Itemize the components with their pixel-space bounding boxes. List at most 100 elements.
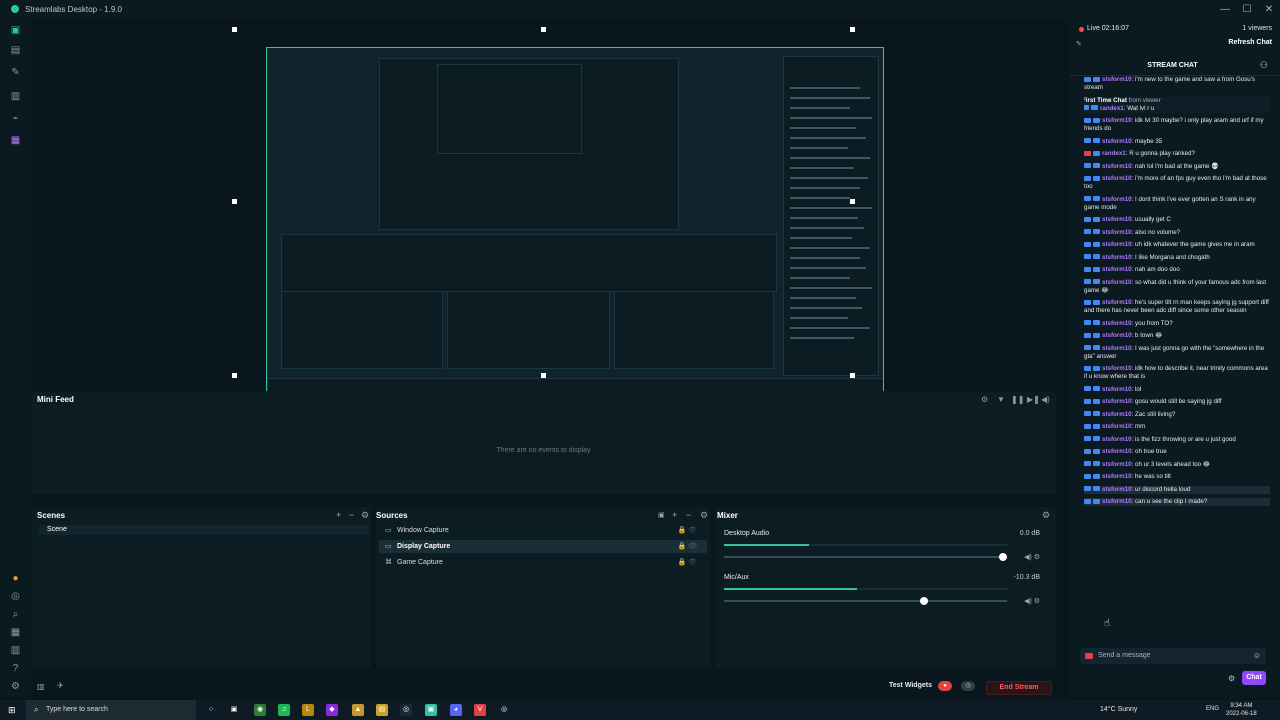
chat-message[interactable]: stsform10: is the fizz throwing or are u… — [1084, 436, 1270, 444]
chat-message[interactable]: stsform10: I dont think I've ever gotten… — [1084, 196, 1270, 212]
task-view-icon[interactable]: ▣ — [228, 704, 240, 716]
chat-username[interactable]: stsform10 — [1102, 229, 1132, 236]
layout-icon[interactable]: ▤ — [10, 46, 21, 56]
volume-knob[interactable] — [999, 553, 1007, 561]
chat-message[interactable]: stsform10: mm — [1084, 423, 1270, 431]
scene-settings-icon[interactable]: ⚙ — [361, 510, 369, 521]
chat-username[interactable]: stsform10 — [1102, 461, 1132, 468]
lock-visibility-icons[interactable]: 🔒 👁 — [677, 556, 697, 569]
chat-username[interactable]: stsform10 — [1102, 423, 1132, 430]
refresh-chat-button[interactable]: Refresh Chat — [1228, 39, 1272, 46]
chat-username[interactable]: randex1 — [1102, 150, 1126, 157]
chat-message[interactable]: stsform10: uh idk whatever the game give… — [1084, 241, 1270, 249]
close-button[interactable]: ✕ — [1258, 4, 1280, 15]
resize-handle[interactable] — [850, 199, 855, 204]
volume-slider[interactable] — [724, 553, 1007, 561]
chat-message[interactable]: stsform10: idk lvl 30 maybe? i only play… — [1084, 117, 1270, 133]
chat-username[interactable]: stsform10 — [1102, 216, 1132, 223]
chat-username[interactable]: stsform10 — [1102, 365, 1132, 372]
chrome-icon[interactable]: ◉ — [254, 704, 266, 716]
editor-icon[interactable]: ▣ — [10, 26, 21, 36]
source-item[interactable]: ▭ Display Capture 🔒 👁 — [379, 540, 707, 553]
chat-message[interactable]: stsform10: can u see the clip I made? — [1084, 498, 1270, 506]
app-icon[interactable]: ◆ — [326, 704, 338, 716]
resize-handle[interactable] — [232, 199, 237, 204]
app2-icon[interactable]: ▲ — [352, 704, 364, 716]
volume-icon[interactable]: ◀) — [1041, 395, 1050, 404]
mute-settings-icons[interactable]: ◀) ⚙ — [1024, 553, 1040, 561]
chat-message[interactable]: stsform10: also no volume? — [1084, 229, 1270, 237]
chat-username[interactable]: stsform10 — [1102, 498, 1132, 505]
remove-scene-button[interactable]: − — [349, 510, 354, 520]
volume-slider[interactable] — [724, 597, 1007, 605]
chat-send-button[interactable]: Chat — [1242, 671, 1266, 685]
maximize-button[interactable]: ☐ — [1236, 4, 1258, 15]
app3-icon[interactable]: ◎ — [498, 704, 510, 716]
chat-username[interactable]: randex1 — [1100, 105, 1124, 112]
weather-widget[interactable]: 14°C Sunny — [1100, 706, 1137, 713]
volume-knob[interactable] — [919, 597, 928, 605]
help-icon[interactable]: ? — [10, 664, 21, 674]
steam-icon[interactable]: ◎ — [400, 704, 412, 716]
chat-message[interactable]: stsform10: lol — [1084, 386, 1270, 394]
chat-message[interactable]: stsform10: usually get C — [1084, 216, 1270, 224]
minimize-button[interactable]: — — [1214, 4, 1236, 15]
chat-username[interactable]: stsform10 — [1102, 299, 1132, 306]
chat-username[interactable]: stsform10 — [1102, 254, 1132, 261]
cortana-icon[interactable]: ○ — [205, 704, 217, 716]
gear-icon[interactable]: ⚙ — [10, 682, 21, 692]
discord-icon[interactable]: ◕ — [450, 704, 462, 716]
chat-message[interactable]: stsform10: ur discord hella loud — [1084, 485, 1270, 494]
chat-username[interactable]: stsform10 — [1102, 332, 1132, 339]
end-stream-button[interactable]: End Stream — [986, 681, 1052, 695]
stream-preview[interactable] — [31, 18, 1061, 394]
chat-message[interactable]: First Time Chat from viewer randex1: Wat … — [1084, 96, 1270, 113]
layout-nav-icon[interactable]: ▦ — [10, 628, 21, 638]
highlighter-icon[interactable]: ● — [10, 574, 21, 584]
chat-message[interactable]: randex1: R u gonna play ranked? — [1084, 150, 1270, 158]
bars-icon[interactable]: ▥ — [10, 646, 21, 656]
chat-username[interactable]: stsform10 — [1102, 138, 1132, 145]
file-explorer-icon[interactable]: ▤ — [376, 704, 388, 716]
resize-handle[interactable] — [541, 27, 546, 32]
chat-settings-icon[interactable]: ⚙ — [1228, 674, 1235, 683]
chat-username[interactable]: stsform10 — [1102, 386, 1132, 393]
chat-username[interactable]: stsform10 — [1102, 345, 1132, 352]
source-settings-icon[interactable]: ⚙ — [700, 510, 708, 521]
skip-icon[interactable]: ▶❚ — [1027, 395, 1040, 404]
source-item[interactable]: ▭ Window Capture 🔒 👁 — [379, 524, 707, 537]
remove-source-button[interactable]: − — [686, 510, 691, 520]
chat-message[interactable]: stsform10: oh true true — [1084, 448, 1270, 456]
chat-message[interactable]: stsform10: maybe 35 — [1084, 138, 1270, 146]
chat-username[interactable]: stsform10 — [1102, 436, 1132, 443]
preview-canvas[interactable] — [266, 47, 884, 394]
lock-visibility-icons[interactable]: 🔒 👁 — [677, 524, 697, 537]
chat-message[interactable]: stsform10: nah lol I'm bad at the game 💀 — [1084, 163, 1270, 171]
pause-icon[interactable]: ❚❚ — [1011, 395, 1024, 404]
chat-username[interactable]: stsform10 — [1102, 163, 1132, 170]
taskbar-search[interactable]: ⌕ Type here to search — [26, 700, 196, 720]
settings-icon[interactable]: ⚙ — [981, 395, 988, 404]
edit-icon[interactable]: ✎ — [1076, 40, 1082, 48]
folder-icon[interactable]: ▣ — [658, 511, 665, 519]
add-scene-button[interactable]: + — [336, 510, 341, 520]
chat-message[interactable]: stsform10: gosu would still be saying jg… — [1084, 398, 1270, 406]
settings-sub-icon[interactable]: ◎ — [10, 592, 21, 602]
dashboard-icon[interactable]: ⌁ — [10, 114, 21, 124]
source-item[interactable]: ⌘ Game Capture 🔒 👁 — [379, 556, 707, 569]
chat-username[interactable]: stsform10 — [1102, 279, 1132, 286]
filter-icon[interactable]: ▼ — [997, 395, 1005, 404]
add-source-button[interactable]: + — [672, 510, 677, 520]
rocket-icon[interactable]: ✈ — [57, 681, 64, 690]
taskbar-clock[interactable]: 9:34 AM 2022-06-18 — [1226, 702, 1257, 718]
chat-message[interactable]: stsform10: so what did u think of your f… — [1084, 279, 1270, 295]
resize-handle[interactable] — [232, 373, 237, 378]
lock-visibility-icons[interactable]: 🔒 👁 — [677, 540, 697, 553]
chat-username[interactable]: stsform10 — [1102, 320, 1132, 327]
chat-input[interactable]: Send a message ☺ — [1080, 648, 1266, 664]
league-icon[interactable]: L — [302, 704, 314, 716]
chat-message[interactable]: stsform10: i'm more of an fps guy even t… — [1084, 175, 1270, 191]
resize-handle[interactable] — [541, 373, 546, 378]
chat-message[interactable]: stsform10: he's super tilt rn man keeps … — [1084, 299, 1270, 315]
chat-message[interactable]: stsform10: nah am doo doo — [1084, 266, 1270, 274]
